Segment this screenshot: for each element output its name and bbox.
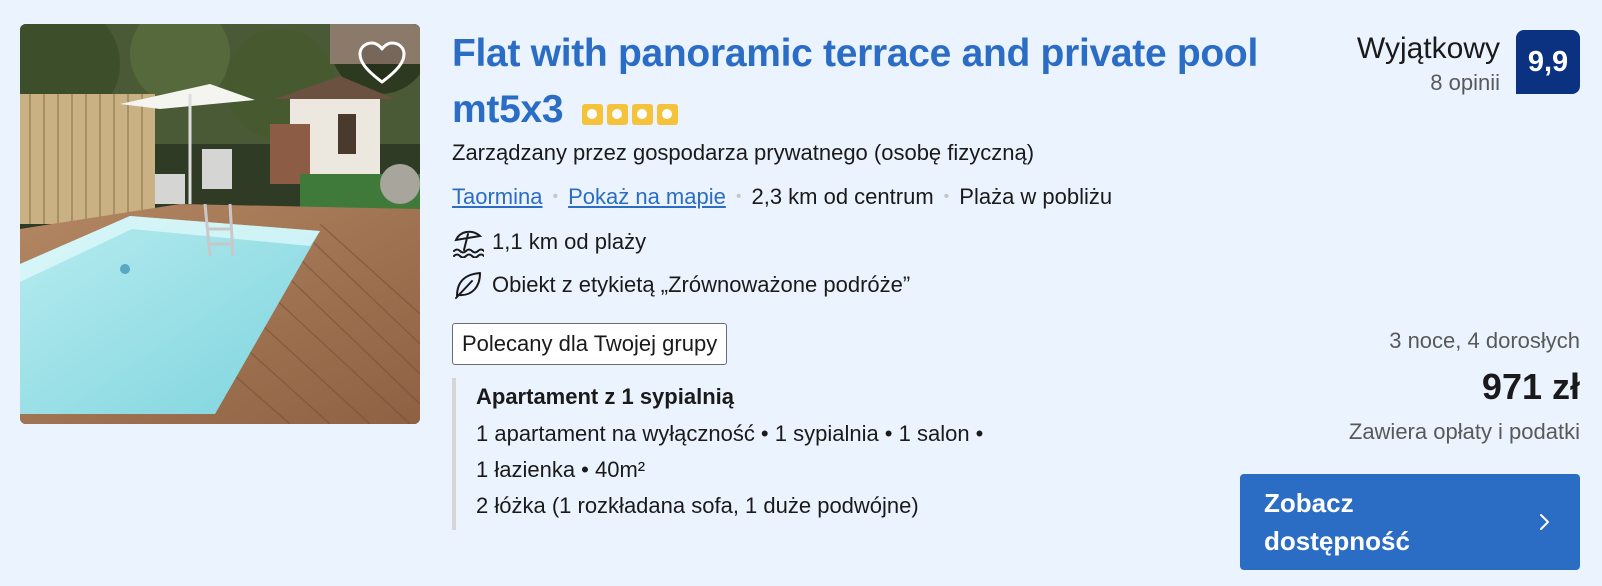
unit-details: Apartament z 1 sypialnią 1 apartament na… <box>452 378 983 530</box>
recommended-badge: Polecany dla Twojej grupy <box>452 323 728 365</box>
property-title: Flat with panoramic terrace and private … <box>452 26 1312 138</box>
rating-word: Wyjątkowy <box>1356 32 1500 65</box>
fees-note: Zawiera opłaty i podatki <box>1348 419 1580 444</box>
beach-distance-text: 1,1 km od plaży <box>492 229 647 254</box>
city-link[interactable]: Taormina <box>452 184 542 210</box>
price: 971 zł <box>1481 366 1580 407</box>
property-title-link[interactable]: Flat with panoramic terrace and private … <box>452 32 1258 131</box>
see-availability-label: Zobacz dostępność <box>1264 488 1410 556</box>
sustainability-text: Obiekt z etykietą „Zrównoważone podróże” <box>492 272 911 297</box>
star-icon <box>631 103 653 125</box>
beach-distance: 1,1 km od plaży <box>452 226 646 258</box>
unit-line: 1 łazienka • 40m² <box>476 457 646 482</box>
review-score-badge[interactable]: 9,9 <box>1516 30 1580 94</box>
host-type: Zarządzany przez gospodarza prywatnego (… <box>452 140 1035 165</box>
property-card: Flat with panoramic terrace and private … <box>0 0 1602 586</box>
leaf-icon <box>452 269 484 301</box>
star-rating <box>581 103 678 125</box>
favorite-heart-icon[interactable] <box>356 40 408 86</box>
separator-dot: • <box>552 188 559 205</box>
show-on-map-link[interactable]: Pokaż na mapie <box>568 184 726 210</box>
unit-line: 1 apartament na wyłączność • 1 sypialnia… <box>476 421 984 446</box>
star-icon <box>606 103 628 125</box>
review-count[interactable]: 8 opinii <box>1430 70 1500 96</box>
star-icon <box>656 103 678 125</box>
see-availability-button[interactable]: Zobacz dostępność <box>1240 474 1580 570</box>
beach-umbrella-icon <box>452 226 484 258</box>
location-row: Taormina • Pokaż na mapie • 2,3 km od ce… <box>452 184 1112 210</box>
separator-dot: • <box>943 188 950 205</box>
beach-nearby: Plaża w pobliżu <box>959 184 1113 209</box>
star-icon <box>581 103 603 125</box>
chevron-right-icon <box>1532 510 1556 534</box>
unit-name: Apartament z 1 sypialnią <box>476 384 734 409</box>
unit-line: 2 łóżka (1 rozkładana sofa, 1 duże podwó… <box>476 493 919 518</box>
separator-dot: • <box>735 188 742 205</box>
stay-summary: 3 noce, 4 dorosłych <box>1389 328 1580 353</box>
distance-from-center: 2,3 km od centrum <box>751 184 934 209</box>
sustainability-label: Obiekt z etykietą „Zrównoważone podróże” <box>452 269 910 301</box>
